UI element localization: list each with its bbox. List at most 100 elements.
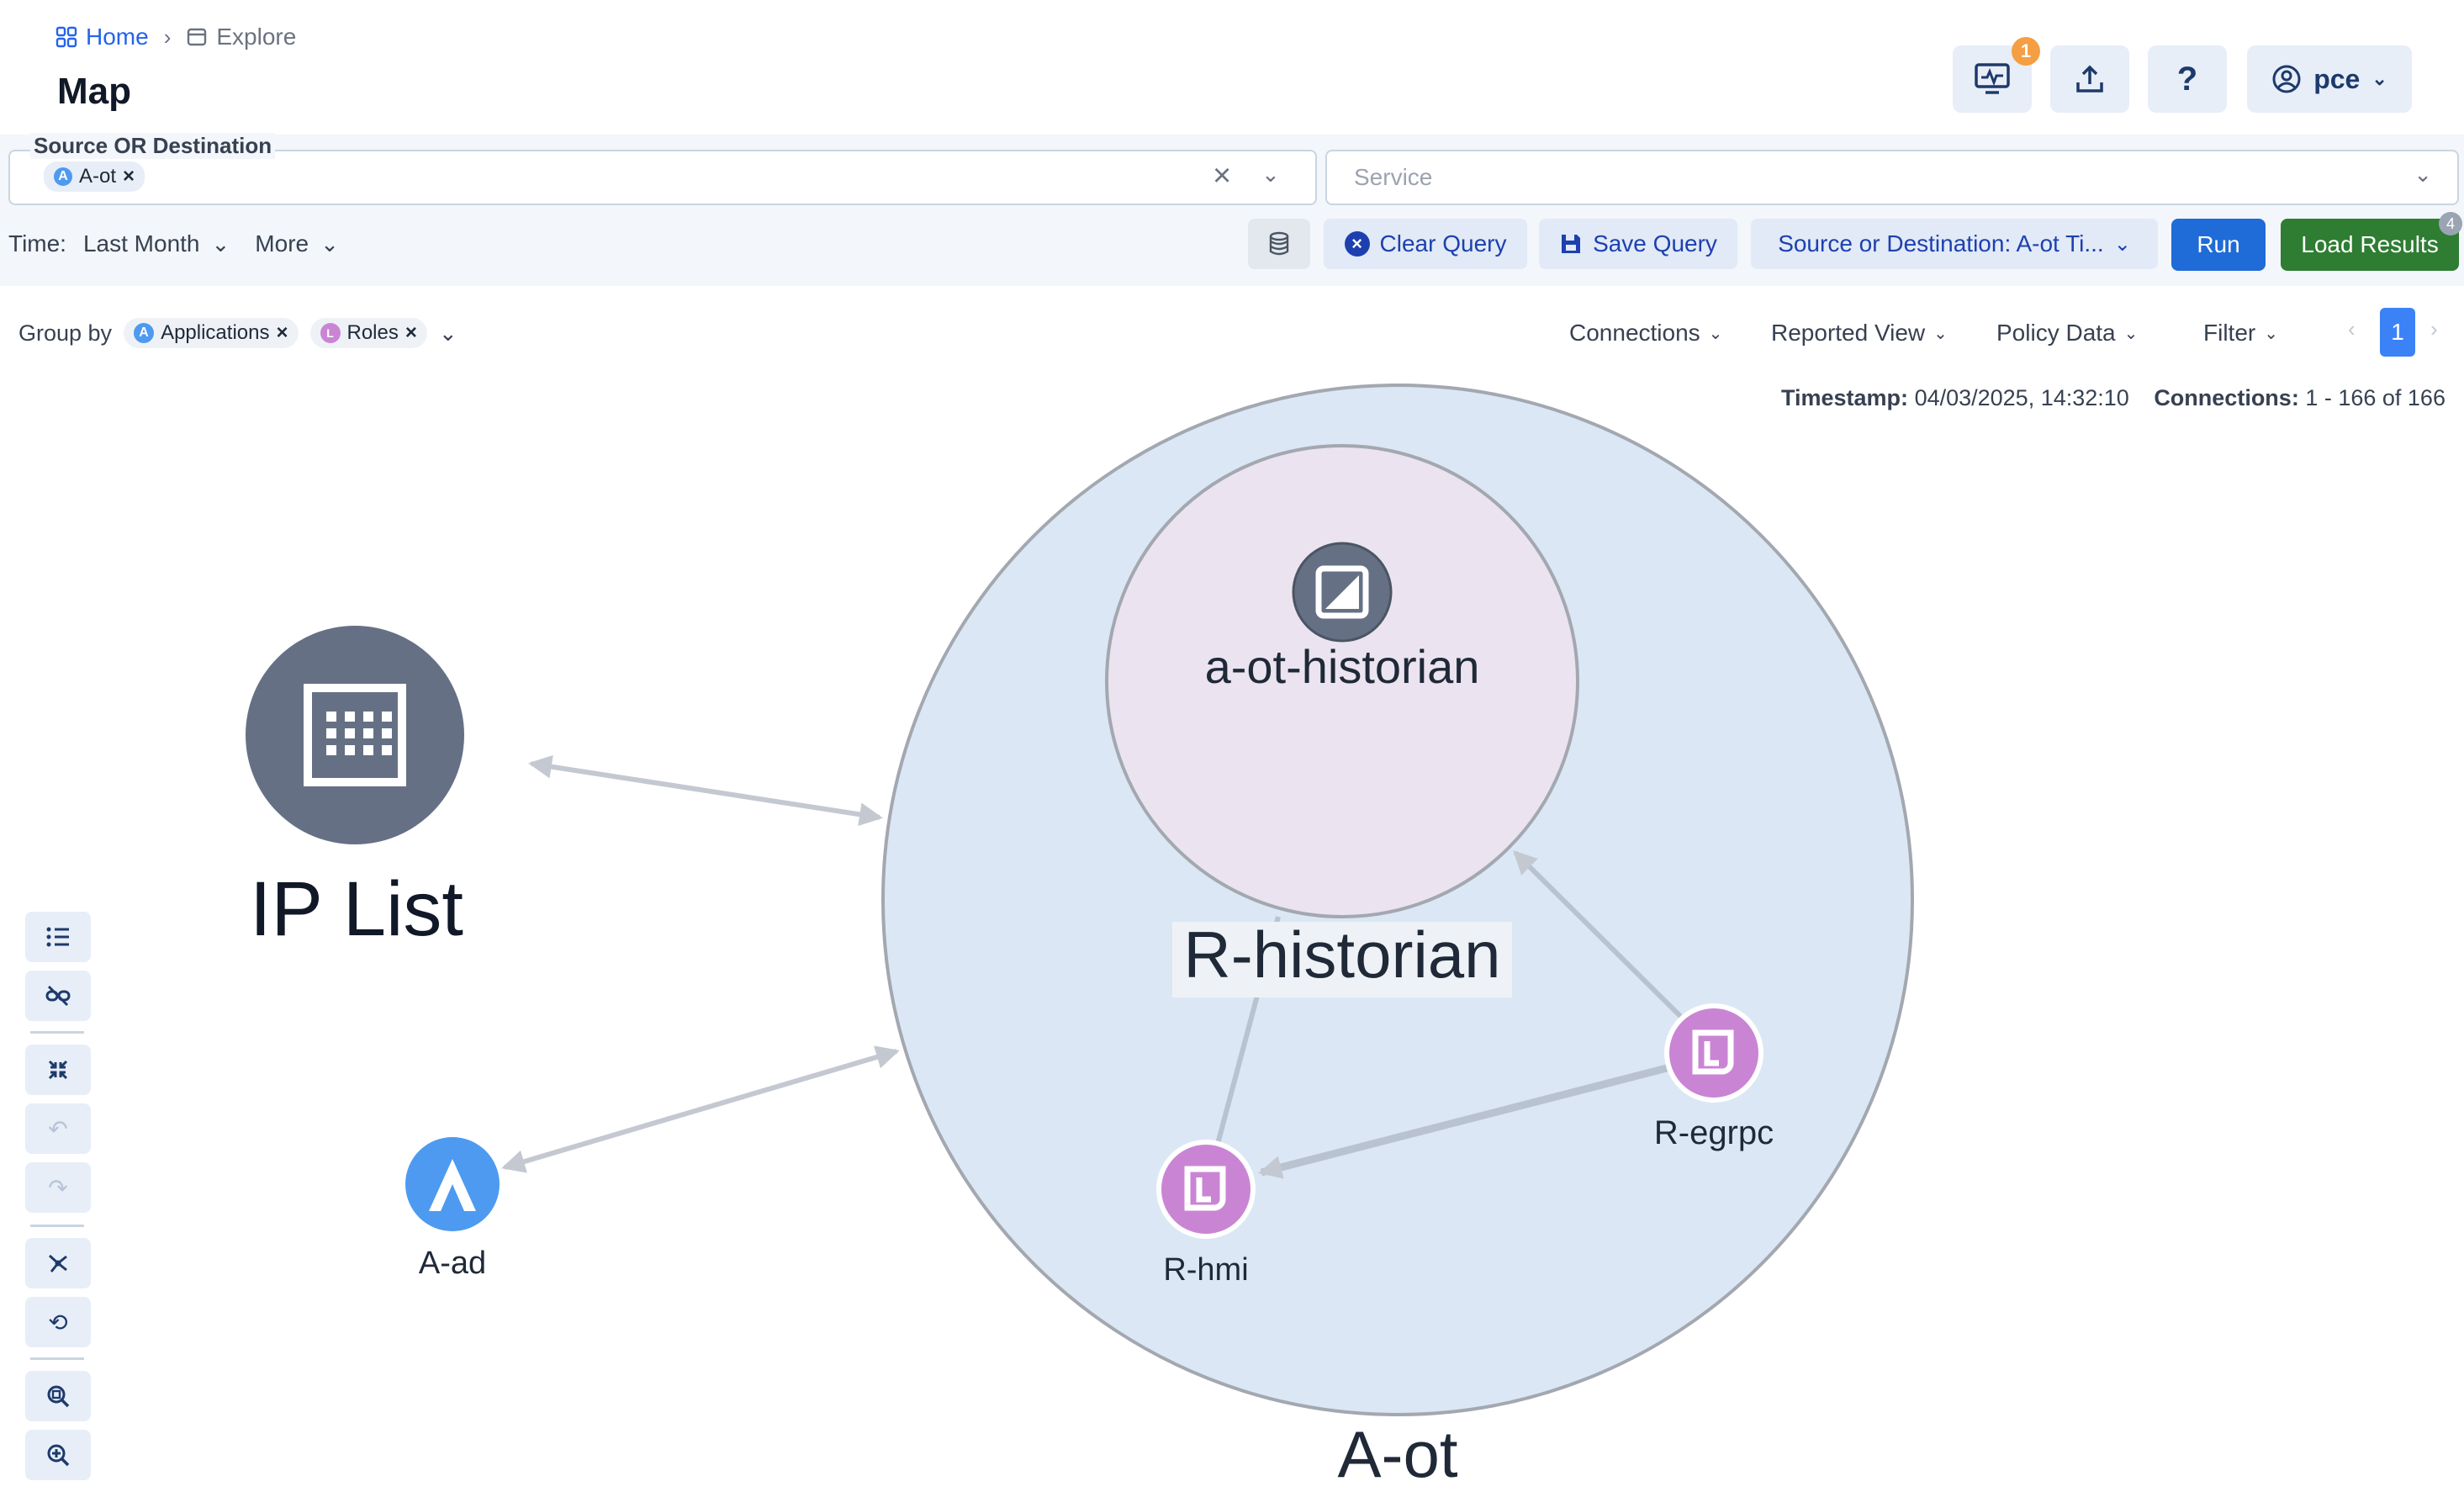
redo-icon: ↷ <box>48 1174 68 1201</box>
reported-view-menu-label: Reported View <box>1771 320 1926 346</box>
chevron-down-icon: ⌄ <box>320 230 339 257</box>
page-number[interactable]: 1 <box>2380 308 2415 357</box>
tool-divider <box>30 1225 84 1227</box>
close-icon[interactable]: × <box>405 321 417 345</box>
layout-button[interactable] <box>25 1238 91 1288</box>
link-off-icon <box>45 985 71 1007</box>
user-menu-button[interactable]: pce ⌄ <box>2247 45 2412 113</box>
group-by-label: Group by <box>19 320 113 346</box>
save-query-label: Save Query <box>1593 230 1717 257</box>
chevron-down-icon: ⌄ <box>2113 232 2131 256</box>
group-chip-label: Applications <box>161 321 270 344</box>
source-destination-label: Source OR Destination <box>30 133 276 159</box>
edge-iplist-aot[interactable] <box>528 754 883 827</box>
application-icon: A <box>134 323 155 343</box>
breadcrumb-home[interactable]: Home <box>56 24 149 50</box>
chevron-down-icon: ⌄ <box>211 230 230 257</box>
application-icon: A <box>54 167 72 186</box>
upload-icon <box>2076 65 2103 93</box>
a-ot-historian-node[interactable] <box>1292 542 1393 643</box>
user-name: pce <box>2313 63 2361 94</box>
undo-button[interactable]: ↶ <box>25 1103 91 1154</box>
source-chip-label: A-ot <box>79 165 117 188</box>
time-filter: Time: Last Month ⌄ More ⌄ <box>8 225 339 262</box>
a-ot-label: A-ot <box>1337 1417 1457 1491</box>
group-chip-applications[interactable]: A Applications × <box>124 318 299 348</box>
reported-view-menu[interactable]: Reported View ⌄ <box>1771 318 1948 348</box>
next-page-icon[interactable]: › <box>2430 316 2438 342</box>
ip-list-node[interactable] <box>246 626 464 844</box>
role-icon: L <box>320 323 341 343</box>
r-hmi-label: R-hmi <box>1163 1252 1248 1288</box>
time-label: Time: <box>8 230 66 257</box>
connections-menu-label: Connections <box>1569 320 1700 346</box>
group-by-bar: Group by A Applications × L Roles × ⌄ <box>19 318 457 348</box>
policy-data-menu[interactable]: Policy Data ⌄ <box>1996 318 2138 348</box>
breadcrumb-current-label: Explore <box>216 24 297 50</box>
tool-divider <box>30 1357 84 1360</box>
a-ad-node[interactable] <box>405 1137 500 1231</box>
connections-menu[interactable]: Connections ⌄ <box>1569 318 1722 348</box>
collapse-button[interactable] <box>25 1045 91 1095</box>
filter-menu-label: Filter <box>2203 320 2256 346</box>
run-button[interactable]: Run <box>2171 219 2266 271</box>
hide-connections-button[interactable] <box>25 971 91 1021</box>
monitor-button[interactable]: 1 <box>1953 37 2040 113</box>
time-value: Last Month <box>82 230 200 257</box>
help-button[interactable]: ? <box>2148 45 2227 113</box>
more-button[interactable]: More ⌄ <box>255 230 339 257</box>
save-query-button[interactable]: Save Query <box>1539 219 1737 269</box>
clear-field-icon[interactable]: × <box>1213 158 1231 194</box>
group-chip-label: Roles <box>346 321 399 344</box>
chevron-down-icon: ⌄ <box>2264 324 2278 343</box>
a-ad-label: A-ad <box>419 1246 486 1281</box>
service-field[interactable]: Service ⌄ <box>1325 150 2459 205</box>
save-icon <box>1562 235 1581 253</box>
source-chip[interactable]: A A-ot × <box>44 161 145 192</box>
chevron-down-icon[interactable]: ⌄ <box>1261 161 1280 188</box>
collapse-icon <box>48 1060 68 1080</box>
user-circle-icon <box>2272 65 2301 93</box>
filter-menu[interactable]: Filter ⌄ <box>2203 318 2278 348</box>
saved-query-label: Source or Destination: A-ot Ti... <box>1778 230 2104 257</box>
service-placeholder: Service <box>1354 164 1433 190</box>
load-results-button[interactable]: Load Results <box>2281 219 2459 271</box>
r-egrpc-label: R-egrpc <box>1654 1114 1774 1151</box>
monitor-icon <box>1975 63 2010 94</box>
zoom-fit-icon <box>47 1385 70 1408</box>
breadcrumb-current: Explore <box>186 24 296 50</box>
map-canvas[interactable]: a-ot-historian R-historian IP List A-ad … <box>0 370 2464 1492</box>
saved-query-dropdown[interactable]: Source or Destination: A-ot Ti... ⌄ <box>1751 219 2158 269</box>
zoom-fit-button[interactable] <box>25 1371 91 1421</box>
group-chip-roles[interactable]: L Roles × <box>309 318 427 348</box>
box-icon <box>188 28 207 46</box>
chevron-down-icon: ⌄ <box>2371 68 2387 89</box>
reset-button[interactable]: ⟲ <box>25 1297 91 1347</box>
notification-badge: 1 <box>2012 37 2040 66</box>
prev-page-icon[interactable]: ‹ <box>2348 316 2356 342</box>
ip-list-label: IP List <box>250 866 463 952</box>
zoom-in-button[interactable] <box>25 1430 91 1480</box>
chevron-down-icon: ⌄ <box>2123 324 2139 343</box>
help-icon: ? <box>2176 60 2198 98</box>
load-results-badge: 4 <box>2439 212 2462 235</box>
clear-query-label: Clear Query <box>1379 230 1507 257</box>
edge-aad-aot[interactable] <box>501 1045 900 1173</box>
chevron-down-icon[interactable]: ⌄ <box>439 320 457 347</box>
policy-data-menu-label: Policy Data <box>1996 320 2116 346</box>
chevron-down-icon[interactable]: ⌄ <box>2414 161 2432 188</box>
list-view-button[interactable] <box>25 912 91 962</box>
r-historian-label: R-historian <box>1183 918 1500 992</box>
chevron-right-icon: › <box>163 24 172 50</box>
upload-button[interactable] <box>2050 45 2129 113</box>
r-egrpc-node[interactable] <box>1664 1003 1763 1103</box>
time-select[interactable]: Last Month ⌄ <box>83 230 230 257</box>
tool-divider <box>30 1031 84 1034</box>
clear-query-button[interactable]: × Clear Query <box>1324 219 1527 269</box>
database-button[interactable] <box>1248 219 1310 269</box>
r-hmi-node[interactable] <box>1156 1140 1256 1239</box>
close-icon[interactable]: × <box>276 321 288 345</box>
a-ot-historian-label: a-ot-historian <box>1205 640 1480 693</box>
redo-button[interactable]: ↷ <box>25 1162 91 1213</box>
close-icon[interactable]: × <box>123 165 135 188</box>
